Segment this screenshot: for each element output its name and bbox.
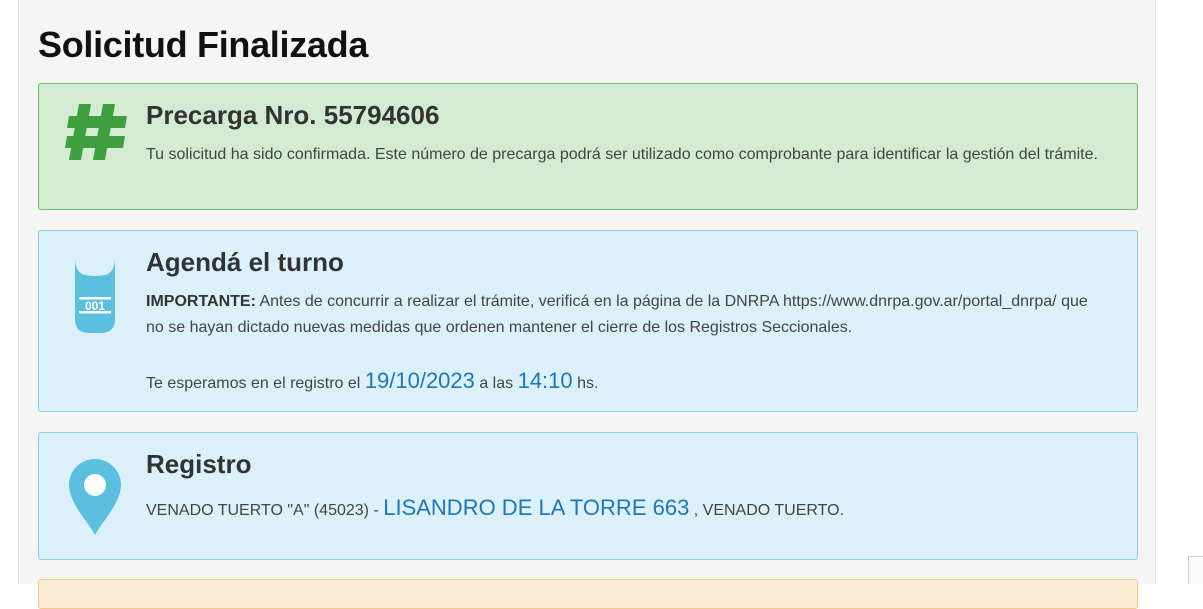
precarga-title: Precarga Nro. 55794606 <box>146 100 440 130</box>
page-title: Solicitud Finalizada <box>38 24 369 65</box>
turno-schedule: Te esperamos en el registro el 19/10/202… <box>146 368 1126 397</box>
appointment-time: 14:10 <box>517 368 573 393</box>
important-label: IMPORTANTE: <box>146 293 256 310</box>
scrollbar-corner[interactable] <box>1188 556 1203 584</box>
hs-text: hs. <box>572 375 599 392</box>
precarga-alert: Precarga Nro. 55794606 Tu solicitud ha s… <box>38 83 1138 210</box>
a-las-text: a las <box>474 375 518 392</box>
turno-important: IMPORTANTE: Antes de concurrir a realiza… <box>146 289 1106 341</box>
turno-alert: 001 Agendá el turno IMPORTANTE: Antes de… <box>38 230 1138 412</box>
registro-title: Registro <box>146 449 252 479</box>
registro-alert: Registro VENADO TUERTO "A" (45023) - LIS… <box>38 432 1138 560</box>
ticket-number: 001 <box>85 299 105 313</box>
registro-city: , VENADO TUERTO. <box>689 502 845 519</box>
map-pin-icon <box>67 457 123 542</box>
registro-details: VENADO TUERTO "A" (45023) - LISANDRO DE … <box>146 495 1126 524</box>
hash-icon <box>65 102 129 167</box>
turno-title: Agendá el turno <box>146 247 344 277</box>
appointment-date: 19/10/2023 <box>364 368 475 393</box>
registro-name: VENADO TUERTO "A" (45023) - <box>146 502 384 519</box>
ticket-icon: 001 <box>71 255 119 340</box>
precarga-text: Tu solicitud ha sido confirmada. Este nú… <box>146 146 1098 163</box>
important-text: Antes de concurrir a realizar el trámite… <box>146 293 1088 336</box>
registro-address: LISANDRO DE LA TORRE 663 <box>383 495 690 520</box>
esperamos-text: Te esperamos en el registro el <box>146 375 365 392</box>
